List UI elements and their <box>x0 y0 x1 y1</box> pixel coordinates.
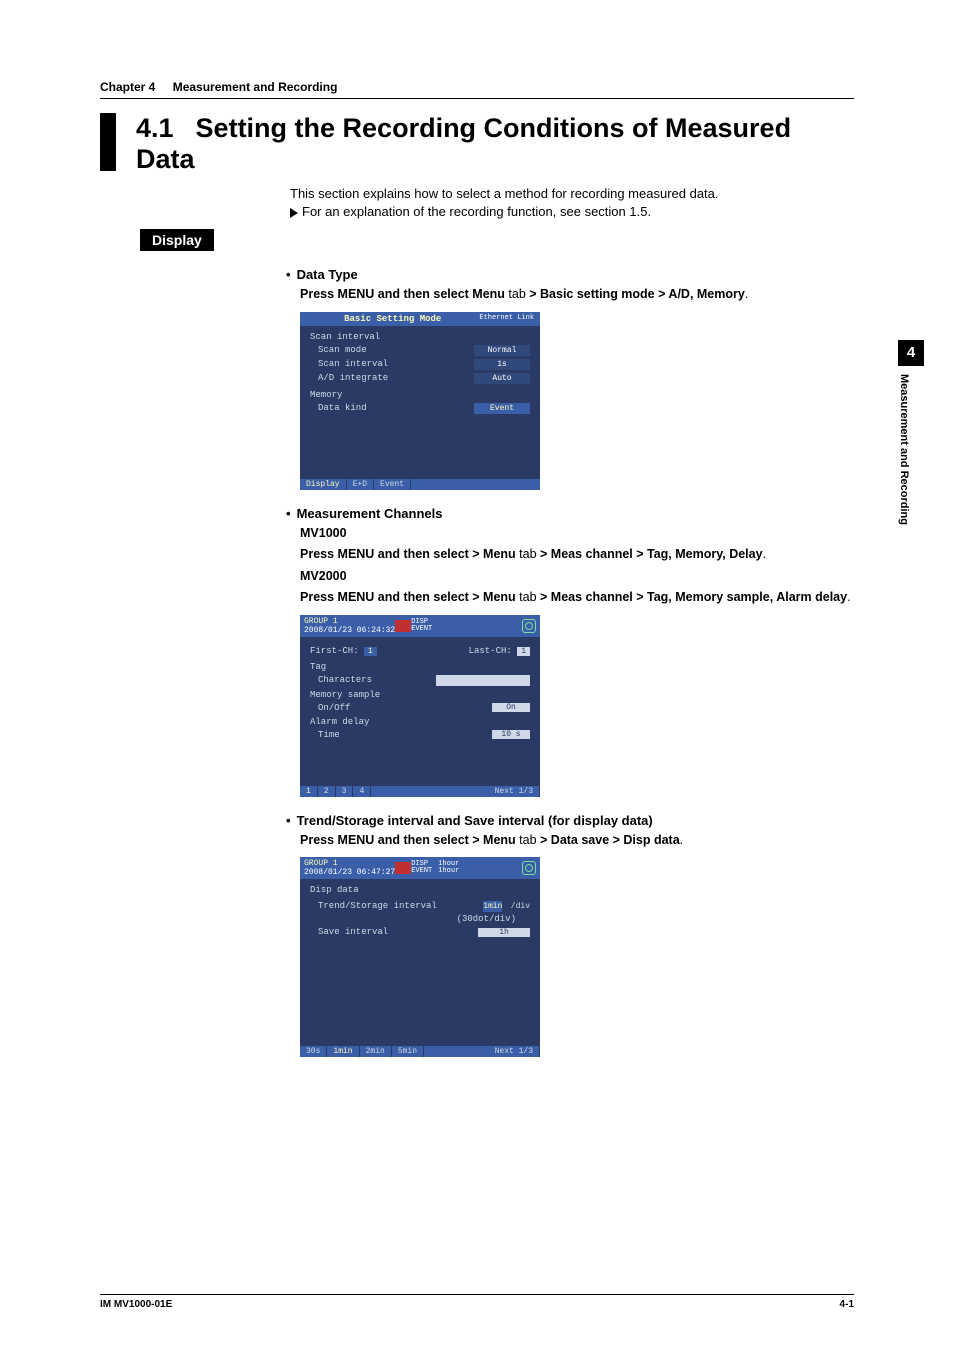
shot1-group-memory: Memory <box>310 390 530 400</box>
footer-1min[interactable]: 1min <box>327 1046 359 1057</box>
memory-onoff-value[interactable]: On <box>492 703 530 712</box>
intro-line-1: This section explains how to select a me… <box>290 185 854 203</box>
footer-display-tab[interactable]: Display <box>300 479 347 490</box>
mv2000-label: MV2000 <box>300 568 854 586</box>
data-kind-value[interactable]: Event <box>474 403 530 414</box>
shot1-group-scan: Scan interval <box>310 332 530 342</box>
meas-channels-heading: •Measurement Channels <box>300 506 854 521</box>
footer-2min[interactable]: 2min <box>360 1046 392 1057</box>
footer-next[interactable]: Next 1/3 <box>489 786 540 797</box>
shot1-ethernet-label: Ethernet Link <box>479 315 534 322</box>
footer-tab-2[interactable]: 2 <box>318 786 336 797</box>
display-heading: Display <box>140 229 214 251</box>
trend-storage-heading: •Trend/Storage interval and Save interva… <box>300 813 854 828</box>
trend-storage-value[interactable]: 1min <box>483 901 502 912</box>
status-icon <box>522 861 536 875</box>
shot3-footer: 30s 1min 2min 5min Next 1/3 <box>300 1046 540 1057</box>
section-title-row: 4.1Setting the Recording Conditions of M… <box>100 113 854 175</box>
side-tab: 4 Measurement and Recording <box>898 340 924 620</box>
footer-5min[interactable]: 5min <box>392 1046 424 1057</box>
mv1000-label: MV1000 <box>300 525 854 543</box>
first-ch-value[interactable]: 1 <box>364 647 377 656</box>
footer-ed-tab[interactable]: E+D <box>347 479 374 490</box>
scan-mode-value[interactable]: Normal <box>474 345 530 356</box>
mv2000-path: Press MENU and then select > Menu tab > … <box>300 589 854 607</box>
section-title: Setting the Recording Conditions of Meas… <box>136 113 791 174</box>
footer-page-number: 4-1 <box>840 1299 854 1310</box>
chapter-title: Measurement and Recording <box>173 80 338 94</box>
footer-next-3[interactable]: Next 1/3 <box>489 1046 540 1057</box>
shot3-date: 2008/01/23 06:47:27 <box>304 868 395 877</box>
intro-line-2: For an explanation of the recording func… <box>302 204 651 219</box>
last-ch-value[interactable]: 1 <box>517 647 530 656</box>
record-icon <box>395 620 411 632</box>
shot2-footer: 1 2 3 4 Next 1/3 <box>300 786 540 797</box>
trend-storage-path: Press MENU and then select > Menu tab > … <box>300 832 854 850</box>
status-icon <box>522 619 536 633</box>
screenshot-basic-setting-mode: Basic Setting Mode Ethernet Link Scan in… <box>300 312 540 490</box>
screenshot-meas-channel: GROUP 1 2008/01/23 06:24:32 DISP EVENT F… <box>300 615 540 797</box>
shot3-group: GROUP 1 <box>304 859 338 868</box>
footer-doc-id: IM MV1000-01E <box>100 1299 172 1310</box>
footer-tab-1[interactable]: 1 <box>300 786 318 797</box>
shot1-footer: Display E+D Event <box>300 479 540 490</box>
side-chapter-label: Measurement and Recording <box>898 374 910 525</box>
intro-text: This section explains how to select a me… <box>290 185 854 221</box>
trend-note: (30dot/div) <box>310 914 530 924</box>
footer-event-tab[interactable]: Event <box>374 479 411 490</box>
title-bar-icon <box>100 113 116 171</box>
side-chapter-number: 4 <box>898 340 924 366</box>
screenshot-disp-data: GROUP 1 2008/01/23 06:47:27 DISP EVENT 1… <box>300 857 540 1057</box>
scan-interval-value[interactable]: 1s <box>474 359 530 370</box>
page-footer: IM MV1000-01E 4-1 <box>100 1294 854 1310</box>
shot2-date: 2008/01/23 06:24:32 <box>304 626 395 635</box>
save-interval-value[interactable]: 1h <box>478 928 530 937</box>
triangle-icon <box>290 208 298 218</box>
footer-tab-3[interactable]: 3 <box>336 786 354 797</box>
record-icon <box>395 862 411 874</box>
data-type-heading: •Data Type <box>300 267 854 282</box>
chapter-header: Chapter 4 Measurement and Recording <box>100 80 854 99</box>
ad-integrate-value[interactable]: Auto <box>474 373 530 384</box>
mv1000-path: Press MENU and then select > Menu tab > … <box>300 546 854 564</box>
chapter-number: Chapter 4 <box>100 80 155 94</box>
footer-tab-4[interactable]: 4 <box>353 786 371 797</box>
shot1-title: Basic Setting Mode <box>344 314 441 324</box>
alarm-delay-value[interactable]: 10 s <box>492 730 530 739</box>
shot2-group: GROUP 1 <box>304 617 338 626</box>
tag-characters-field[interactable] <box>436 675 530 686</box>
section-number: 4.1 <box>136 113 174 143</box>
footer-30s[interactable]: 30s <box>300 1046 327 1057</box>
data-type-path: Press MENU and then select Menu tab > Ba… <box>300 286 854 304</box>
